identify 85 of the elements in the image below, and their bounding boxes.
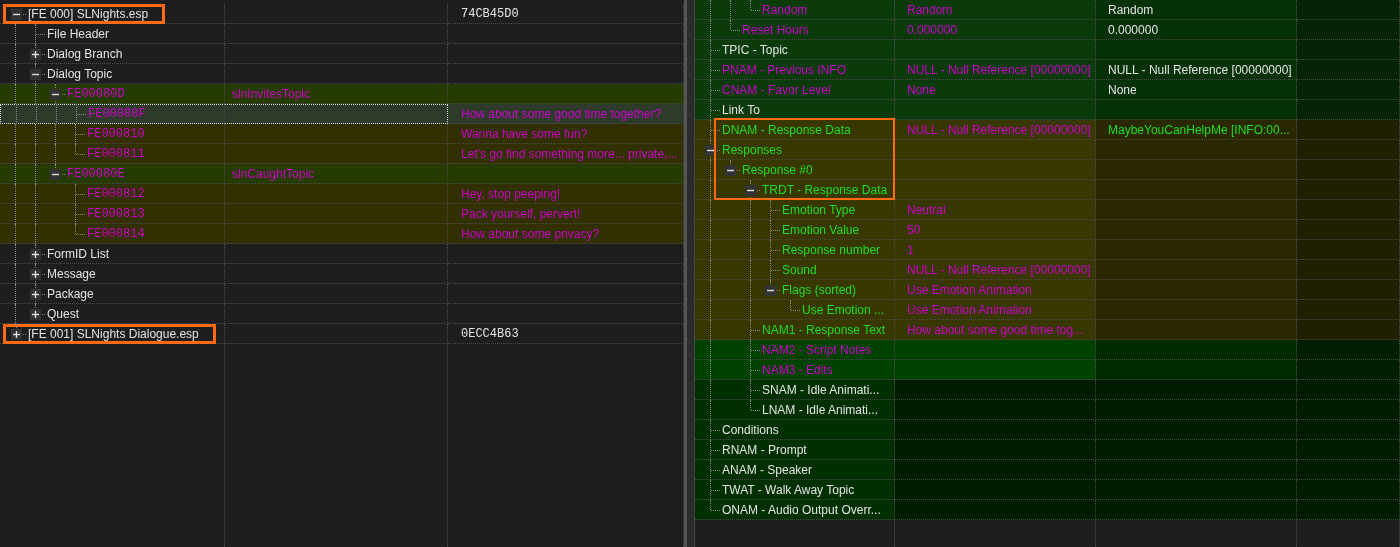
field-value: MaybeYouCanHelpMe [INFO:00... [1108, 122, 1290, 137]
record-row[interactable]: Use Emotion ... Use Emotion Animation [695, 300, 1400, 320]
collapse-icon[interactable] [30, 68, 41, 80]
editor-id: slnCaughtTopic [232, 166, 315, 181]
tree-node-label[interactable]: [FE 001] SLNights Dialogue.esp [26, 326, 199, 341]
expand-icon[interactable] [30, 248, 41, 260]
field-value: How about some good time tog... [907, 322, 1084, 337]
response-text: How about some good time together? [461, 106, 662, 121]
tree-row[interactable]: File Header [0, 24, 684, 44]
tree-node-label[interactable]: Dialog Branch [45, 46, 123, 61]
response-text: Pack yourself, pervert! [461, 206, 581, 221]
file-hash: 0ECC4B63 [461, 326, 519, 341]
record-row[interactable]: PNAM - Previous INFO NULL - Null Reference [00000000] NULL - Null Reference [00000000] [695, 60, 1400, 80]
record-row[interactable]: Reset Hours 0.000000 0.000000 [695, 20, 1400, 40]
field-value: Random [907, 2, 953, 17]
record-row[interactable]: Link To [695, 100, 1400, 120]
expand-icon[interactable] [30, 48, 41, 60]
record-row[interactable]: Random Random Random [695, 0, 1400, 20]
record-row[interactable]: SNAM - Idle Animati... [695, 380, 1400, 400]
record-row[interactable]: DNAM - Response Data NULL - Null Reference [00000000] MaybeYouCanHelpMe [INFO:00... [695, 120, 1400, 140]
response-text: Wanna have some fun? [461, 126, 588, 141]
field-value: 0.000000 [1108, 22, 1159, 37]
record-row[interactable]: Response number 1 [695, 240, 1400, 260]
record-row[interactable]: TWAT - Walk Away Topic [695, 480, 1400, 500]
tree-row[interactable]: [FE 001] SLNights Dialogue.esp 0ECC4B63 [0, 324, 684, 344]
record-row[interactable]: Sound NULL - Null Reference [00000000] [695, 260, 1400, 280]
collapse-icon[interactable] [705, 144, 716, 156]
tree-row[interactable]: [FE 000] SLNights.esp 74CB45D0 [0, 4, 684, 24]
tree-node-label[interactable]: Dialog Topic [45, 66, 113, 81]
record-row[interactable]: NAM1 - Response Text How about some good time tog... [695, 320, 1400, 340]
file-hash: 74CB45D0 [461, 6, 519, 21]
collapse-icon[interactable] [765, 284, 776, 296]
tree-row[interactable]: FormID List [0, 244, 684, 264]
field-value: None [1108, 82, 1137, 97]
response-text: Hey, stop peeping! [461, 186, 561, 201]
collapse-icon[interactable] [50, 168, 61, 180]
record-row[interactable]: TPIC - Topic [695, 40, 1400, 60]
record-row[interactable]: Conditions [695, 420, 1400, 440]
field-value: NULL - Null Reference [00000000] [907, 62, 1091, 77]
record-row[interactable]: LNAM - Idle Animati... [695, 400, 1400, 420]
field-value: Use Emotion Animation [907, 282, 1032, 297]
field-name[interactable]: Sound [780, 262, 817, 277]
tree-node-label[interactable]: FormID List [45, 246, 109, 261]
field-value: NULL - Null Reference [00000000] [907, 262, 1091, 277]
editor-id: slnInvitesTopic [232, 86, 311, 101]
record-row[interactable]: ONAM - Audio Output Overr... [695, 500, 1400, 520]
tree-row[interactable]: Message [0, 264, 684, 284]
record-row[interactable]: Response #0 [695, 160, 1400, 180]
tree-row[interactable]: Quest [0, 304, 684, 324]
response-text: Let's go find something more... private,... [461, 146, 678, 161]
tree-node-label[interactable]: Package [45, 286, 94, 301]
field-value: 1 [907, 242, 914, 257]
expand-icon[interactable] [30, 308, 41, 320]
expand-icon[interactable] [11, 328, 22, 340]
expand-icon[interactable] [30, 288, 41, 300]
record-row[interactable]: ANAM - Speaker [695, 460, 1400, 480]
tree-row[interactable]: Dialog Branch [0, 44, 684, 64]
field-name[interactable]: Link To [720, 102, 760, 117]
field-value: None [907, 82, 936, 97]
record-row[interactable]: Flags (sorted) Use Emotion Animation [695, 280, 1400, 300]
record-row[interactable]: RNAM - Prompt [695, 440, 1400, 460]
field-value: Random [1108, 2, 1154, 17]
field-value: Neutral [907, 202, 946, 217]
collapse-icon[interactable] [725, 164, 736, 176]
record-row[interactable]: Emotion Type Neutral [695, 200, 1400, 220]
record-row[interactable]: Emotion Value 50 [695, 220, 1400, 240]
collapse-icon[interactable] [11, 8, 22, 20]
tree-node-label[interactable]: Message [45, 266, 96, 281]
collapse-icon[interactable] [50, 88, 61, 100]
tree-row[interactable]: Package [0, 284, 684, 304]
response-text: How about some privacy? [461, 226, 600, 241]
record-row[interactable]: TRDT - Response Data [695, 180, 1400, 200]
field-value: Use Emotion Animation [907, 302, 1032, 317]
field-value: 50 [907, 222, 921, 237]
tree-node-label[interactable]: [FE 000] SLNights.esp [26, 6, 149, 21]
field-value: 0.000000 [907, 22, 958, 37]
tree-node-label[interactable]: Quest [45, 306, 79, 321]
tree-row[interactable]: Dialog Topic [0, 64, 684, 84]
tree-node-label[interactable]: File Header [45, 26, 110, 41]
field-value: NULL - Null Reference [00000000] [1108, 62, 1292, 77]
expand-icon[interactable] [30, 268, 41, 280]
field-value: NULL - Null Reference [00000000] [907, 122, 1091, 137]
record-row[interactable]: CNAM - Favor Level None None [695, 80, 1400, 100]
collapse-icon[interactable] [745, 184, 756, 196]
record-row[interactable]: Responses [695, 140, 1400, 160]
